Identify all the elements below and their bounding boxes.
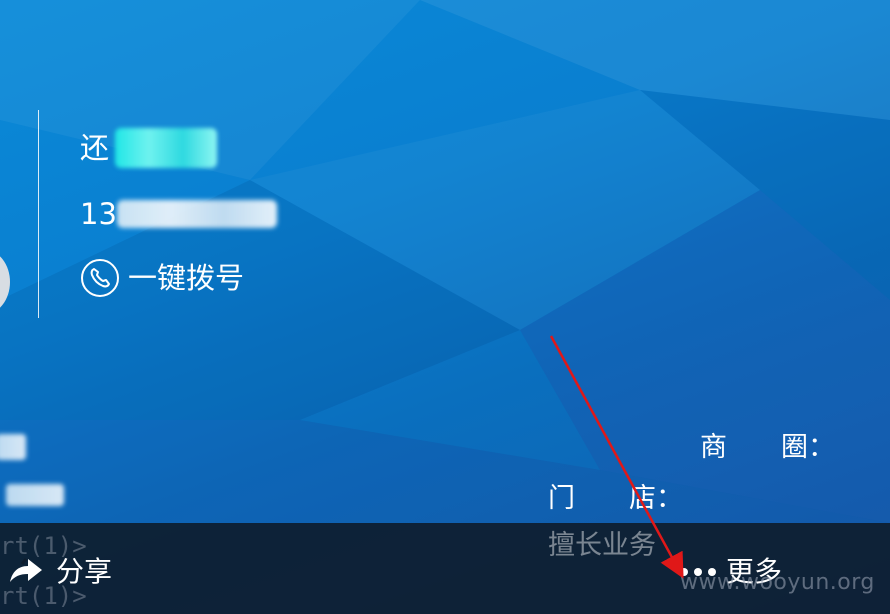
dial-label: 一键拨号 [128, 261, 245, 295]
redacted-fragment [6, 484, 64, 506]
phone-circle-icon [80, 258, 120, 298]
share-label: 分享 [56, 555, 113, 588]
avatar[interactable] [0, 250, 10, 314]
one-click-dial-button[interactable]: 一键拨号 [80, 258, 244, 298]
more-dots-icon [680, 568, 716, 576]
vertical-divider [38, 110, 39, 318]
specialty-label: 擅长业务 [548, 530, 656, 561]
contact-phone-redacted [116, 200, 277, 228]
contact-name-prefix: 还 [80, 131, 110, 165]
annotation-arrow [549, 335, 684, 579]
contact-phone: 13 [80, 194, 277, 234]
contact-phone-prefix: 13 [80, 197, 117, 231]
more-label: 更多 [726, 555, 783, 588]
contact-name: 还 [80, 128, 218, 168]
share-button[interactable]: 分享 [6, 552, 112, 592]
share-arrow-icon [6, 554, 48, 590]
background-facets [0, 0, 890, 523]
more-button[interactable]: 更多 [680, 552, 782, 592]
redacted-fragment [0, 434, 26, 460]
contact-detail-screen: 还 13 一键拨号 商 圈： 门 店： 擅长业务 rt(1)> rt(1)> 分… [0, 0, 890, 614]
business-area-label: 商 圈： [700, 432, 835, 463]
store-label: 门 店： [548, 483, 683, 514]
contact-name-redacted [115, 128, 218, 168]
